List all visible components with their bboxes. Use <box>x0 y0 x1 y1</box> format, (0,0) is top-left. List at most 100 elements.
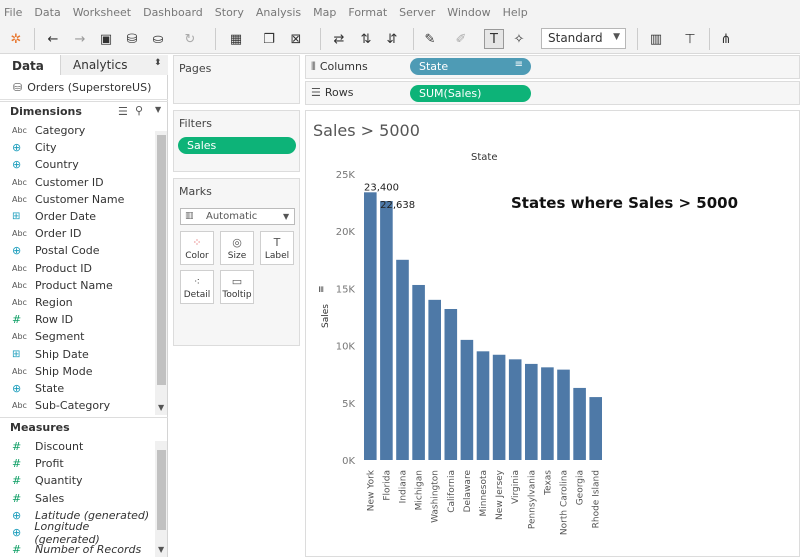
abc-type-icon: Abc <box>12 332 27 342</box>
columns-pill-state[interactable]: State ≡ <box>410 58 531 75</box>
dimension-field-name: Order Date <box>35 210 97 223</box>
pages-card[interactable]: Pages <box>173 55 300 104</box>
measure-field[interactable]: ⊕ Longitude (generated) <box>0 520 155 546</box>
menu-item-server[interactable]: Server <box>399 6 435 19</box>
dimension-field[interactable]: Abc Ship Mode <box>0 363 155 380</box>
dimension-field[interactable]: # Row ID <box>0 311 155 328</box>
y-axis-label: Sales <box>321 304 331 328</box>
tab-menu-icon[interactable]: ⬍ <box>154 58 162 68</box>
dimension-field[interactable]: ⊞ Order Date <box>0 208 155 225</box>
sort-ascending-icon[interactable]: ⇅ <box>356 29 376 49</box>
detail-button[interactable]: ⁖ Detail <box>180 270 214 304</box>
menu-item-data[interactable]: Data <box>34 6 60 19</box>
measure-field[interactable]: # Quantity <box>0 472 155 489</box>
tab-analytics[interactable]: Analytics <box>60 55 168 75</box>
menu-item-story[interactable]: Story <box>215 6 244 19</box>
menu-item-format[interactable]: Format <box>348 6 387 19</box>
dimension-field[interactable]: Abc Sub-Category <box>0 397 155 414</box>
size-button[interactable]: ◎ Size <box>220 231 254 265</box>
redo-icon[interactable]: → <box>70 29 90 49</box>
duplicate-icon[interactable]: ❐ <box>259 29 279 49</box>
dimension-field[interactable]: Abc Category <box>0 122 155 139</box>
dimension-field[interactable]: Abc Order ID <box>0 225 155 242</box>
sort-descending-icon[interactable]: ⇵ <box>382 29 402 49</box>
color-button[interactable]: ⁘ Color <box>180 231 214 265</box>
scroll-down-icon[interactable]: ▼ <box>158 403 164 412</box>
dimension-field-name: Row ID <box>35 313 74 327</box>
presentation-icon[interactable]: ⊤ <box>680 29 700 49</box>
menu-item-map[interactable]: Map <box>313 6 336 19</box>
search-icon[interactable]: ⚲ <box>135 104 143 117</box>
menu-item-dashboard[interactable]: Dashboard <box>143 6 203 19</box>
new-worksheet-icon[interactable]: ▦ <box>226 29 246 49</box>
clear-sheet-icon[interactable]: ⊠ <box>286 29 306 49</box>
undo-icon[interactable]: ← <box>43 29 63 49</box>
list-view-icon[interactable]: ☰ <box>118 105 128 118</box>
num-type-icon: # <box>12 474 22 488</box>
pause-updates-icon[interactable]: ⛀ <box>148 29 168 49</box>
menu-item-window[interactable]: Window <box>447 6 490 19</box>
fit-dropdown[interactable]: Standard ▼ <box>541 28 626 49</box>
filters-card[interactable]: Filters Sales <box>173 110 300 172</box>
date-type-icon: ⊞ <box>12 348 21 360</box>
dimension-field[interactable]: Abc Customer Name <box>0 191 155 208</box>
highlight-icon[interactable]: ✎ <box>420 29 440 49</box>
dimension-field[interactable]: Abc Product Name <box>0 277 155 294</box>
dimension-field[interactable]: Abc Segment <box>0 328 155 345</box>
refresh-icon[interactable]: ↻ <box>180 29 200 49</box>
label-button[interactable]: T Label <box>260 231 294 265</box>
mark-type-dropdown[interactable]: ▥ Automatic ▼ <box>180 208 295 225</box>
rows-shelf[interactable]: ☰ Rows SUM(Sales) <box>305 81 800 105</box>
new-datasource-icon[interactable]: ⛁ <box>122 29 142 49</box>
size-button-label: Size <box>227 250 247 261</box>
measure-field[interactable]: # Sales <box>0 490 155 507</box>
filter-pill-sales[interactable]: Sales <box>178 137 296 154</box>
geo-type-icon: ⊕ <box>12 526 22 539</box>
rows-pill-sum-sales[interactable]: SUM(Sales) <box>410 85 531 102</box>
show-labels-icon[interactable]: T <box>484 29 504 49</box>
measure-field[interactable]: # Discount <box>0 438 155 455</box>
menu-item-worksheet[interactable]: Worksheet <box>73 6 131 19</box>
share-icon[interactable]: ⋔ <box>716 29 736 49</box>
dimensions-scroll-thumb[interactable] <box>157 135 166 385</box>
measure-field[interactable]: # Profit <box>0 455 155 472</box>
menu-item-file[interactable]: File <box>4 6 22 19</box>
swap-icon[interactable]: ⇄ <box>329 29 349 49</box>
dimension-field[interactable]: ⊕ City <box>0 139 155 156</box>
tab-data[interactable]: Data <box>0 55 60 75</box>
save-icon[interactable]: ▣ <box>96 29 116 49</box>
dimension-field-name: Ship Date <box>35 347 89 361</box>
dimension-field[interactable]: ⊕ Postal Code <box>0 242 155 259</box>
dimension-field[interactable]: Abc Region <box>0 294 155 311</box>
scroll-down-icon[interactable]: ▼ <box>158 545 164 554</box>
dimension-field-name: Postal Code <box>35 244 100 258</box>
menu-item-help[interactable]: Help <box>503 6 528 19</box>
menu-item-analysis[interactable]: Analysis <box>256 6 301 19</box>
x-tick-label: Rhode Island <box>592 470 602 528</box>
chart-icon[interactable]: ▥ <box>646 29 666 49</box>
tooltip-button[interactable]: ▭ Tooltip <box>220 270 254 304</box>
abc-type-icon: Abc <box>12 401 27 411</box>
columns-shelf[interactable]: ⦀ Columns State ≡ <box>305 55 800 79</box>
dimension-field[interactable]: Abc Customer ID <box>0 174 155 191</box>
datasource-item[interactable]: ⛁ Orders (SuperstoreUS) <box>0 76 168 100</box>
database-icon: ⛁ <box>13 81 23 94</box>
dimension-field[interactable]: ⊕ State <box>0 380 155 397</box>
dimension-field[interactable]: Abc Product ID <box>0 260 155 277</box>
measure-field[interactable]: # Number of Records <box>0 541 155 558</box>
abc-type-icon: Abc <box>12 194 27 204</box>
pin-icon[interactable]: ✧ <box>509 29 529 49</box>
geo-type-icon: ⊕ <box>12 508 22 522</box>
dimension-field[interactable]: ⊕ Country <box>0 156 155 173</box>
rows-icon: ☰ <box>311 86 321 99</box>
measures-scroll-thumb[interactable] <box>157 450 166 530</box>
measure-field-name: Sales <box>35 491 65 505</box>
datasource-name: Orders (SuperstoreUS) <box>27 81 152 94</box>
dimensions-menu-icon[interactable]: ▼ <box>155 105 161 114</box>
dimension-field[interactable]: ⊞ Ship Date <box>0 346 155 363</box>
group-icon[interactable]: ✐ <box>451 29 471 49</box>
x-tick-label: Washington <box>431 470 441 523</box>
dimension-field-name: Product ID <box>35 261 92 275</box>
tableau-logo-icon[interactable]: ✲ <box>6 29 26 49</box>
dimension-field-name: Sub-Category <box>35 399 111 413</box>
